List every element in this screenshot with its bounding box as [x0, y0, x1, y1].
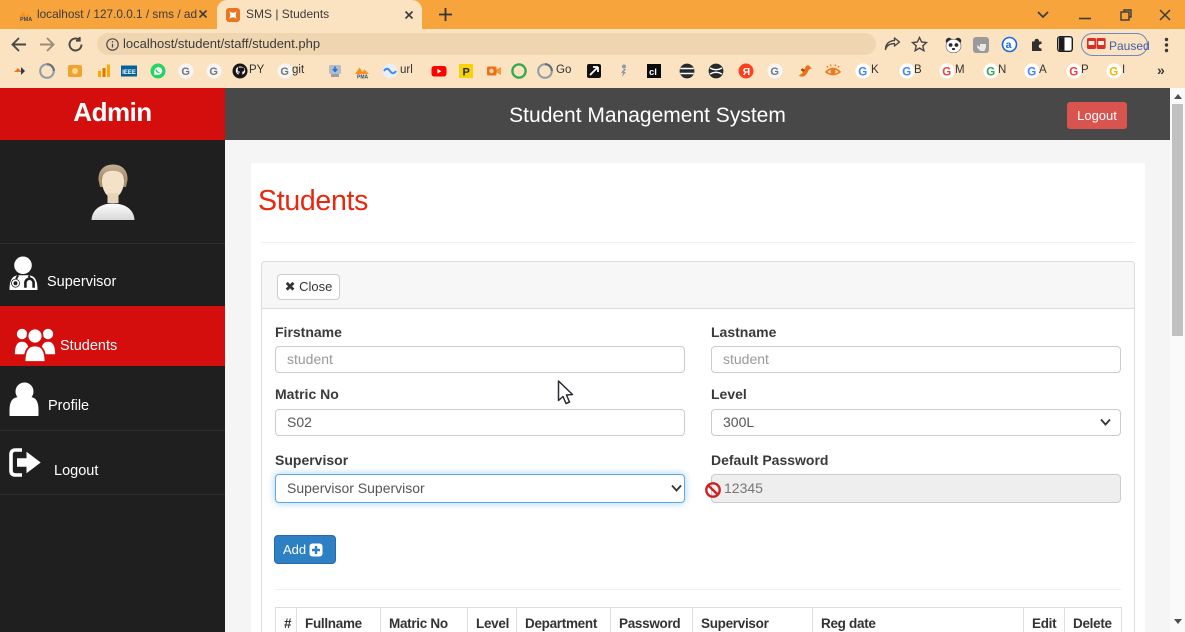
svg-text:IEEE: IEEE — [122, 70, 136, 76]
svg-text:G: G — [1109, 66, 1118, 78]
svg-text:P: P — [463, 66, 470, 78]
svg-text:Я: Я — [743, 66, 751, 78]
svg-text:cl: cl — [649, 67, 657, 78]
svg-text:G: G — [209, 66, 218, 78]
svg-text:G: G — [942, 66, 951, 78]
svg-text:PMA: PMA — [20, 17, 32, 22]
svg-text:G: G — [1069, 66, 1078, 78]
svg-text:G: G — [986, 66, 995, 78]
svg-text:G: G — [280, 66, 289, 78]
svg-text:G: G — [1027, 66, 1036, 78]
svg-text:G: G — [181, 66, 190, 78]
svg-text:PMA: PMA — [357, 75, 369, 80]
svg-text:G: G — [858, 66, 867, 78]
svg-text:G: G — [902, 66, 911, 78]
svg-text:G: G — [770, 66, 779, 78]
svg-text:a: a — [1006, 39, 1012, 51]
